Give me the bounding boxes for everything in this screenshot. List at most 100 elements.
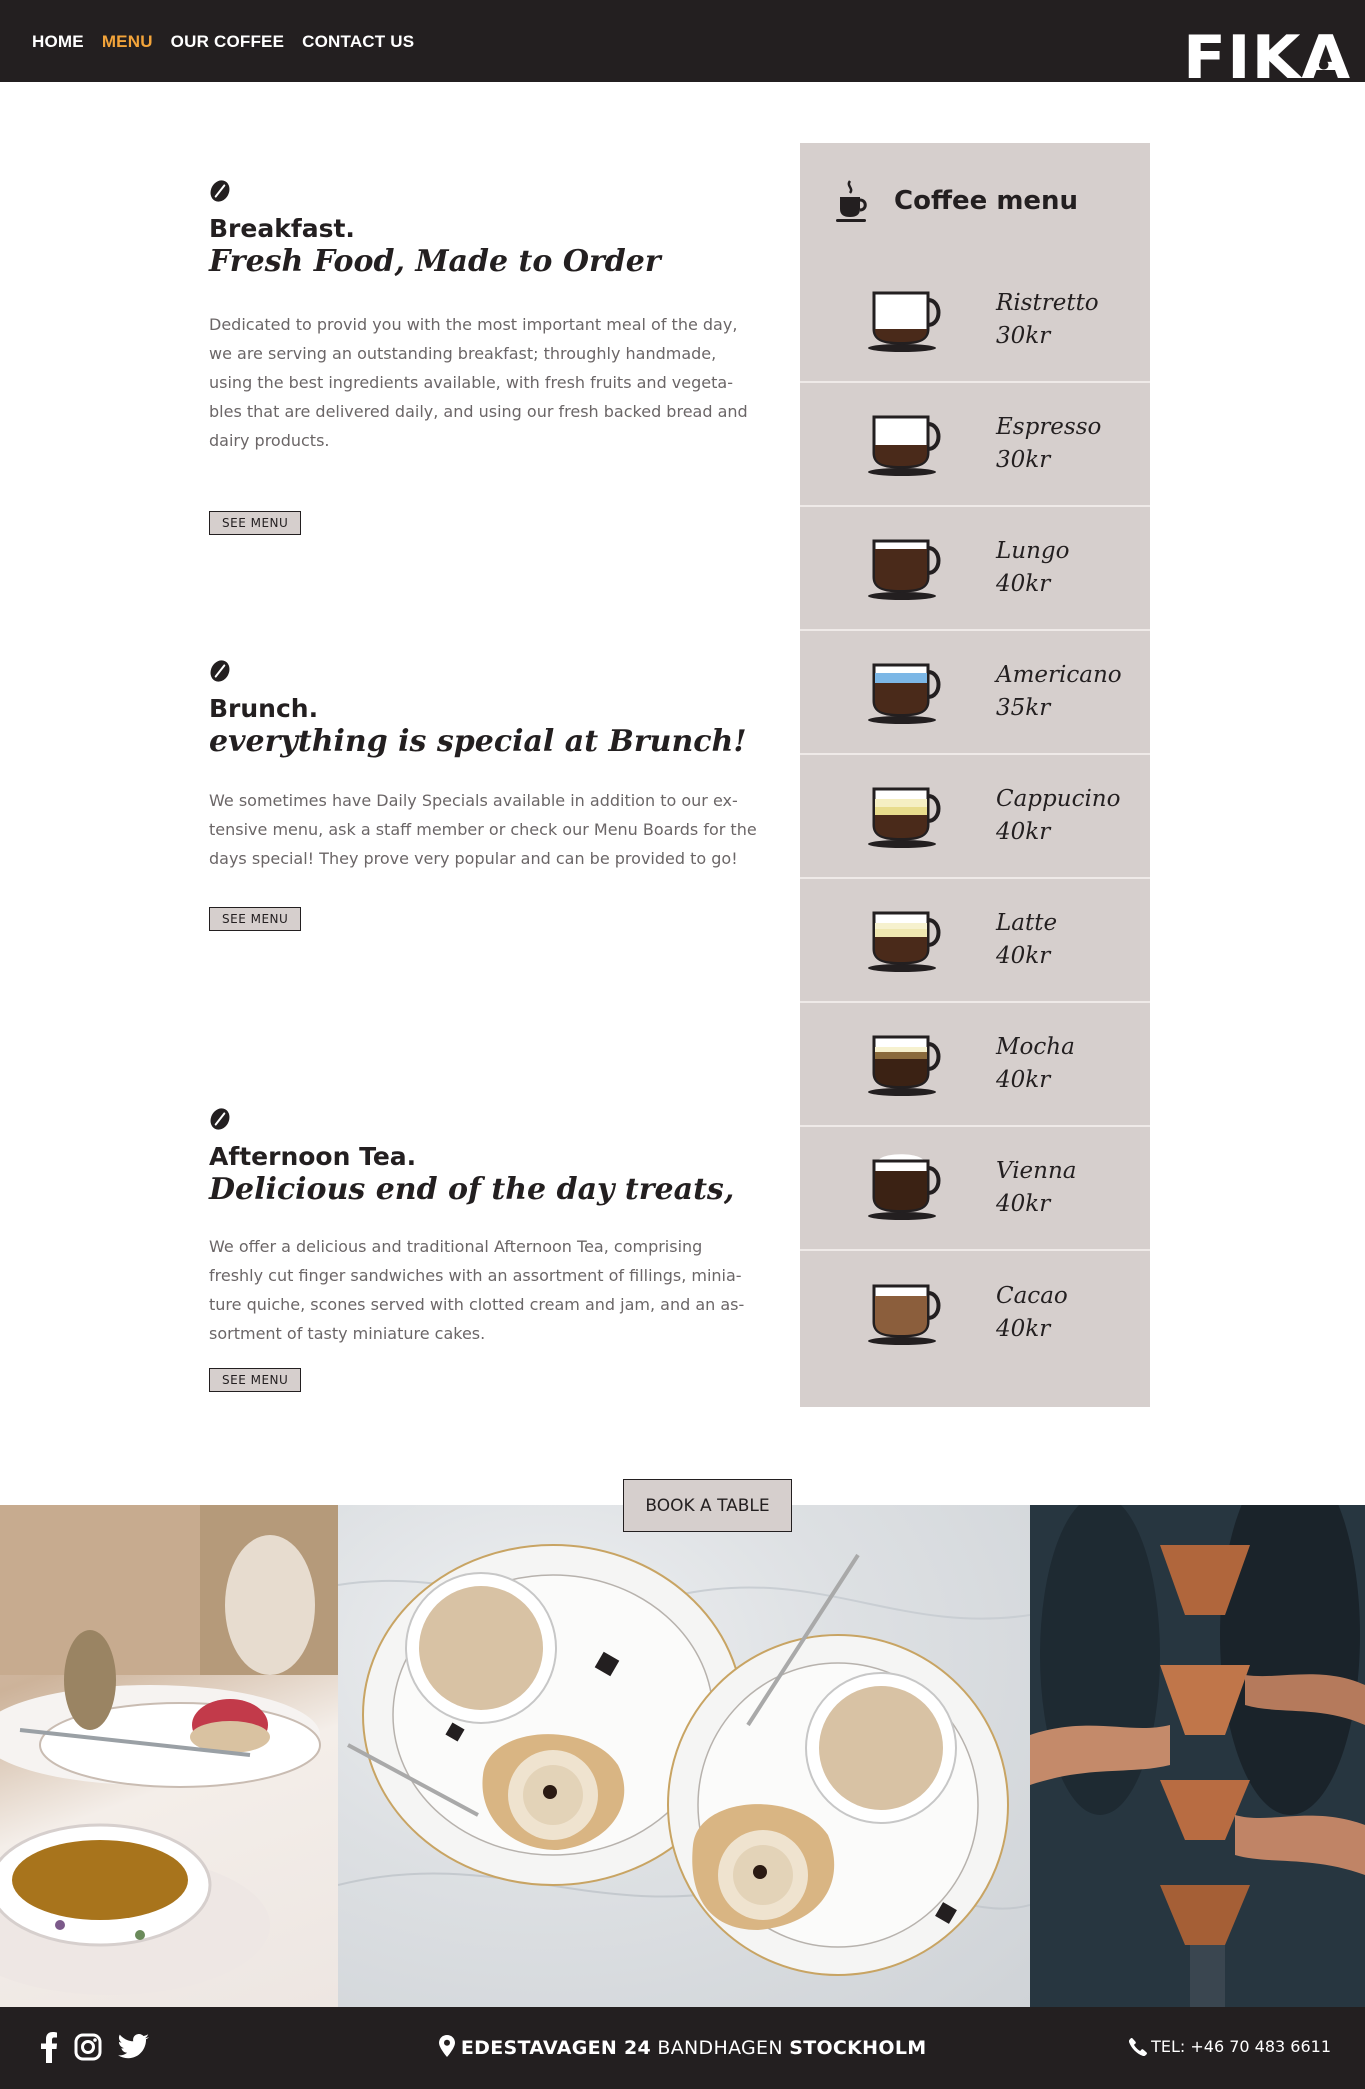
coffee-item-text: Lungo 40kr	[996, 535, 1069, 601]
cappucino-cup-icon	[868, 787, 941, 848]
coffee-price: 40kr	[996, 943, 1051, 969]
coffee-bean-icon	[206, 177, 234, 205]
coffee-name: Cappucino	[996, 786, 1121, 812]
coffee-item-text: Ristretto 30kr	[996, 287, 1099, 353]
coffee-price: 40kr	[996, 571, 1051, 597]
description-line: ture quiche, scones served with clotted …	[209, 1295, 745, 1314]
coffee-item-text: Americano 35kr	[996, 659, 1122, 725]
fika-logo[interactable]: FIKA ●	[1183, 28, 1351, 88]
coffee-item-text: Espresso 30kr	[996, 411, 1101, 477]
coffee-item-lungo[interactable]: Lungo 40kr	[800, 507, 1150, 631]
ristretto-cup-icon	[868, 291, 941, 352]
nav-home-link[interactable]: HOME	[32, 32, 84, 52]
section-title: Afternoon Tea.	[209, 1142, 417, 1171]
section-title: Brunch.	[209, 694, 319, 723]
coffee-name: Espresso	[996, 414, 1102, 440]
coffee-item-vienna[interactable]: Vienna 40kr	[800, 1127, 1150, 1251]
coffee-price: 30kr	[996, 447, 1051, 473]
description-line: using the best ingredients available, wi…	[209, 373, 733, 392]
main-nav: HOME MENU OUR COFFEE CONTACT US	[32, 32, 414, 52]
latte-cup-icon	[868, 911, 941, 972]
phone-number: TEL: +46 70 483 6611	[1151, 2037, 1331, 2056]
nav-contact-us-link[interactable]: CONTACT US	[302, 32, 414, 52]
breakfast-section: Breakfast. Fresh Food, Made to Order Ded…	[206, 177, 769, 535]
coffee-item-cacao[interactable]: Cacao 40kr	[800, 1251, 1150, 1375]
coffee-name: Mocha	[996, 1034, 1075, 1060]
pour-over-illustration	[1030, 1505, 1365, 2007]
coffee-price: 40kr	[996, 1316, 1051, 1342]
coffee-name: Latte	[996, 910, 1058, 936]
section-subtitle: everything is special at Brunch!	[209, 724, 747, 759]
coffee-item-latte[interactable]: Latte 40kr	[800, 879, 1150, 1003]
afternoon-tea-photo	[0, 1505, 338, 2007]
section-subtitle: Delicious end of the day treats,	[209, 1172, 735, 1207]
nav-menu-link[interactable]: MENU	[102, 32, 153, 52]
tea-table-illustration	[0, 1505, 338, 1995]
brunch-see-menu-button[interactable]: SEE MENU	[209, 907, 302, 931]
section-description: We sometimes have Daily Specials availab…	[209, 786, 769, 873]
vienna-cup-icon	[868, 1154, 941, 1220]
coffee-menu-panel: Coffee menu Ristretto 30kr Espresso 30kr	[800, 143, 1150, 1407]
breakfast-see-menu-button[interactable]: SEE MENU	[209, 511, 302, 535]
coffee-menu-header: Coffee menu	[834, 179, 1078, 223]
description-line: freshly cut finger sandwiches with an as…	[209, 1266, 742, 1285]
coffee-item-ristretto[interactable]: Ristretto 30kr	[800, 259, 1150, 383]
cacao-cup-icon	[868, 1284, 941, 1345]
description-line: We sometimes have Daily Specials availab…	[209, 791, 738, 810]
coffee-name: Lungo	[996, 538, 1070, 564]
coffee-name: Vienna	[996, 1158, 1077, 1184]
site-footer: EDESTAVAGEN 24 BANDHAGEN STOCKHOLM TEL: …	[0, 2007, 1365, 2089]
coffee-item-text: Cappucino 40kr	[996, 783, 1120, 849]
footer-phone[interactable]: TEL: +46 70 483 6611	[1129, 2037, 1331, 2056]
cupcakes-and-coffee-photo	[338, 1505, 1030, 2007]
description-line: We offer a delicious and traditional Aft…	[209, 1237, 703, 1256]
lungo-cup-icon	[868, 539, 941, 600]
coffee-menu-title: Coffee menu	[894, 186, 1079, 216]
brunch-section: Brunch. everything is special at Brunch!…	[206, 657, 769, 931]
coffee-price: 40kr	[996, 819, 1051, 845]
description-line: sortment of tasty miniature cakes.	[209, 1324, 486, 1343]
coffee-price: 30kr	[996, 323, 1051, 349]
coffee-item-text: Mocha 40kr	[996, 1031, 1075, 1097]
nav-our-coffee-link[interactable]: OUR COFFEE	[171, 32, 284, 52]
coffee-price: 35kr	[996, 695, 1051, 721]
address-street: EDESTAVAGEN 24	[460, 2037, 652, 2059]
coffee-bean-icon	[206, 1105, 234, 1133]
steaming-cup-icon	[836, 180, 867, 222]
kettle-icon: ●	[1317, 57, 1330, 71]
map-pin-icon	[438, 2035, 455, 2057]
coffee-name: Americano	[996, 662, 1122, 688]
americano-cup-icon	[868, 663, 941, 724]
coffee-bean-icon	[206, 657, 234, 685]
description-line: Dedicated to provid you with the most im…	[209, 315, 738, 334]
coffee-item-text: Vienna 40kr	[996, 1155, 1077, 1221]
phone-icon	[1129, 2037, 1148, 2056]
coffee-item-cappucino[interactable]: Cappucino 40kr	[800, 755, 1150, 879]
coffee-item-text: Latte 40kr	[996, 907, 1057, 973]
address-city: STOCKHOLM	[789, 2037, 927, 2059]
top-navigation-bar: HOME MENU OUR COFFEE CONTACT US FIKA ●	[0, 0, 1365, 88]
afternoon-tea-see-menu-button[interactable]: SEE MENU	[209, 1368, 302, 1392]
description-line: we are serving an outstanding breakfast;…	[209, 344, 717, 363]
description-line: bles that are delivered daily, and using…	[209, 402, 748, 421]
description-line: dairy products.	[209, 431, 330, 450]
coffee-item-mocha[interactable]: Mocha 40kr	[800, 1003, 1150, 1127]
description-line: days special! They prove very popular an…	[209, 849, 738, 868]
address-area: BANDHAGEN	[657, 2037, 783, 2059]
section-subtitle: Fresh Food, Made to Order	[209, 244, 661, 279]
coffee-price: 40kr	[996, 1067, 1051, 1093]
coffee-price: 40kr	[996, 1191, 1051, 1217]
espresso-cup-icon	[868, 415, 941, 476]
section-description: We offer a delicious and traditional Aft…	[209, 1232, 769, 1348]
coffee-item-espresso[interactable]: Espresso 30kr	[800, 383, 1150, 507]
book-a-table-button[interactable]: BOOK A TABLE	[623, 1479, 792, 1532]
coffee-name: Ristretto	[996, 290, 1099, 316]
mocha-cup-icon	[868, 1035, 941, 1096]
description-line: tensive menu, ask a staff member or chec…	[209, 820, 757, 839]
afternoon-tea-section: Afternoon Tea. Delicious end of the day …	[206, 1105, 769, 1392]
section-title: Breakfast.	[209, 214, 355, 243]
pour-over-coffee-photo	[1030, 1505, 1365, 2007]
cupcakes-illustration	[338, 1544, 1030, 1976]
coffee-item-text: Cacao 40kr	[996, 1280, 1068, 1346]
coffee-item-americano[interactable]: Americano 35kr	[800, 631, 1150, 755]
